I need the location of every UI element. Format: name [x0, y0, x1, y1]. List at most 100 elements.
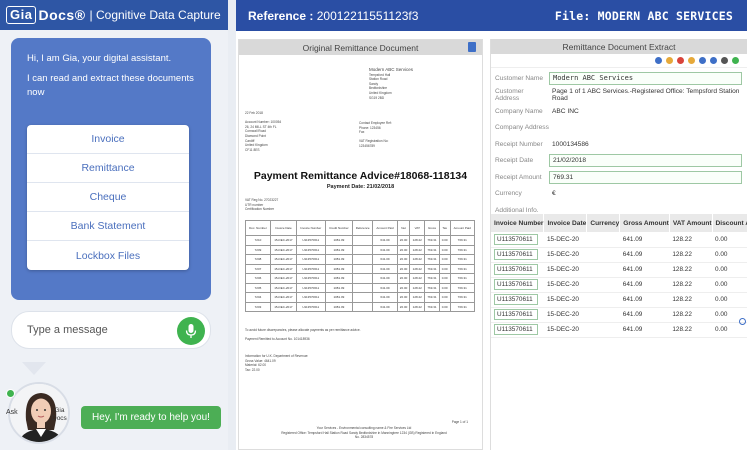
- remittance-cell: 128.22: [409, 235, 426, 246]
- remittance-cell: 20.00: [396, 301, 411, 312]
- reference-label: Reference :: [248, 8, 314, 23]
- option-invoice[interactable]: Invoice: [27, 125, 189, 154]
- remittance-cell: 128.22: [409, 263, 426, 274]
- bot-message-bubble: Hey, I'm ready to help you!: [81, 406, 221, 429]
- message-input[interactable]: Type a message: [11, 311, 211, 349]
- remittance-cell: 20.00: [396, 244, 411, 255]
- remittance-cell: [351, 273, 374, 284]
- invoice-number-cell[interactable]: U113570611: [491, 292, 544, 308]
- invoice-cell: 15-DEC-20: [543, 277, 587, 293]
- remittance-cell: U113570611: [295, 292, 326, 303]
- invoice-cell: 0.00: [712, 277, 747, 293]
- invoice-number-cell[interactable]: U113570611: [491, 262, 544, 278]
- invoice-number-cell[interactable]: U113570611: [491, 247, 544, 263]
- remittance-table-row: 7203 15-DEC-2017 U113570611 1081.09 641.09 20…: [245, 301, 476, 312]
- remittance-cell: 15-DEC-2017: [269, 301, 297, 312]
- bot-name-line-2: Docs: [52, 415, 67, 422]
- gia-logo-mark: Gia: [6, 6, 37, 24]
- invoice-cell: 641.09: [619, 232, 670, 248]
- payment-date: Payment Date: 21/02/2018: [326, 184, 395, 190]
- remittance-cell: 20.00: [396, 254, 411, 265]
- invoice-number-value[interactable]: U113570611: [494, 324, 538, 335]
- remittance-cell: 769.31: [449, 301, 476, 312]
- remittance-table-row: 7206 15-DEC-2017 U113570611 1081.09 641.09 20…: [245, 273, 476, 284]
- remittance-header-cell: Invoice Date: [269, 220, 297, 236]
- revenue-info: Information for U.K. Department of Reven…: [245, 354, 345, 372]
- invoice-number-value[interactable]: U113570611: [494, 264, 538, 275]
- field-value[interactable]: Page 1 of 1 ABC Services.-Registered Off…: [549, 88, 742, 102]
- reject-icon[interactable]: [677, 57, 684, 64]
- invoice-table-row: U113570611 15-DEC-20 641.09 128.22 0.00: [491, 232, 747, 248]
- remittance-cell: 769.31: [424, 282, 440, 293]
- invoice-cell: 641.09: [619, 247, 670, 263]
- invoice-number-cell[interactable]: U113570611: [491, 322, 544, 338]
- remittance-cell: U113570611: [295, 235, 326, 246]
- invoice-cell: 0.00: [712, 292, 747, 308]
- field-value[interactable]: 769.31: [549, 170, 742, 184]
- remittance-cell: 20.00: [396, 235, 411, 246]
- accept-icon[interactable]: [732, 57, 739, 64]
- remittance-table-row: 7205 15-DEC-2017 U113570611 1081.09 641.09 20…: [245, 282, 476, 293]
- save-icon[interactable]: [710, 57, 717, 64]
- invoice-table-row: U113570611 15-DEC-20 641.09 128.22 0.00: [491, 292, 747, 308]
- remittance-cell: 769.31: [424, 273, 440, 284]
- remittance-cell: [351, 235, 374, 246]
- document-icon[interactable]: [468, 42, 476, 52]
- invoice-cell: 641.09: [619, 277, 670, 293]
- remittance-header-cell: Invoice Number: [295, 220, 326, 236]
- invoice-cell: 15-DEC-20: [543, 247, 587, 263]
- field-label: Receipt Amount: [495, 173, 542, 181]
- remittance-cell: 128.22: [409, 254, 426, 265]
- invoice-column-header: Discount A: [712, 214, 747, 232]
- field-value[interactable]: 1000134586: [549, 138, 742, 151]
- remittance-cell: U113570611: [295, 301, 326, 312]
- field-value[interactable]: [549, 121, 742, 134]
- invoice-number-cell[interactable]: U113570611: [491, 232, 544, 248]
- account-block: 22 Feb 2018 Account Number: 100054 26, 24…: [245, 111, 325, 152]
- invoice-column-header: Gross Amount: [619, 214, 670, 232]
- remittance-cell: 0.00: [438, 263, 451, 274]
- remittance-header-cell: Net: [396, 220, 411, 236]
- cloud-icon[interactable]: [721, 57, 728, 64]
- microphone-icon: [185, 324, 197, 338]
- field-value[interactable]: Modern ABC Services: [549, 71, 742, 85]
- remittance-cell: 769.31: [424, 292, 440, 303]
- remittance-table-row: 7209 15-DEC-2017 U113570611 1081.09 641.09 20…: [245, 244, 476, 255]
- invoice-number-value[interactable]: U113570611: [494, 309, 538, 320]
- invoice-cell: 128.22: [669, 247, 713, 263]
- invoice-cell: 128.22: [669, 307, 713, 323]
- field-value[interactable]: 21/02/2018: [549, 154, 742, 168]
- remittance-cell: 1081.09: [324, 282, 353, 293]
- edit-icon[interactable]: [699, 57, 706, 64]
- invoice-number-value[interactable]: U113570611: [494, 294, 538, 305]
- invoice-number-value[interactable]: U113570611: [494, 249, 538, 260]
- option-lockbox-files[interactable]: Lockbox Files: [27, 241, 189, 270]
- remittance-cell: [351, 263, 374, 274]
- option-cheque[interactable]: Cheque: [27, 183, 189, 212]
- remittance-cell: 769.31: [449, 244, 476, 255]
- add-row-icon[interactable]: [739, 318, 746, 325]
- invoice-cell: 641.09: [619, 292, 670, 308]
- document-footer: Your Services - Environmental consulting…: [279, 426, 449, 440]
- footer-line: Registered Office: Tempsford Hall Statio…: [281, 430, 447, 440]
- invoice-number-cell[interactable]: U113570611: [491, 277, 544, 293]
- invoice-number-value[interactable]: U113570611: [494, 233, 538, 245]
- invoice-cell: 15-DEC-20: [543, 307, 587, 323]
- share-icon[interactable]: [655, 57, 662, 64]
- remittance-table: Doc. Number Invoice Date Invoice Number Cre…: [245, 220, 476, 312]
- invoice-number-cell[interactable]: U113570611: [491, 307, 544, 323]
- remittance-cell: U113570611: [295, 282, 326, 293]
- field-value[interactable]: €: [549, 187, 742, 200]
- option-bank-statement[interactable]: Bank Statement: [27, 212, 189, 241]
- refresh-icon[interactable]: [688, 57, 695, 64]
- microphone-button[interactable]: [177, 317, 205, 345]
- invoice-number-value[interactable]: U113570611: [494, 279, 538, 290]
- search-icon[interactable]: [666, 57, 673, 64]
- remittance-cell: [351, 254, 374, 265]
- form-row: Company Name ABC INC: [495, 103, 747, 120]
- option-remittance[interactable]: Remittance: [27, 154, 189, 183]
- field-value[interactable]: ABC INC: [549, 105, 742, 118]
- allocation-note-text: To avoid future discrepancies, please al…: [245, 328, 361, 332]
- sender-block: Modern ABC Services Tempsford Hall Statio…: [369, 67, 449, 100]
- remittance-cell: 769.31: [449, 282, 476, 293]
